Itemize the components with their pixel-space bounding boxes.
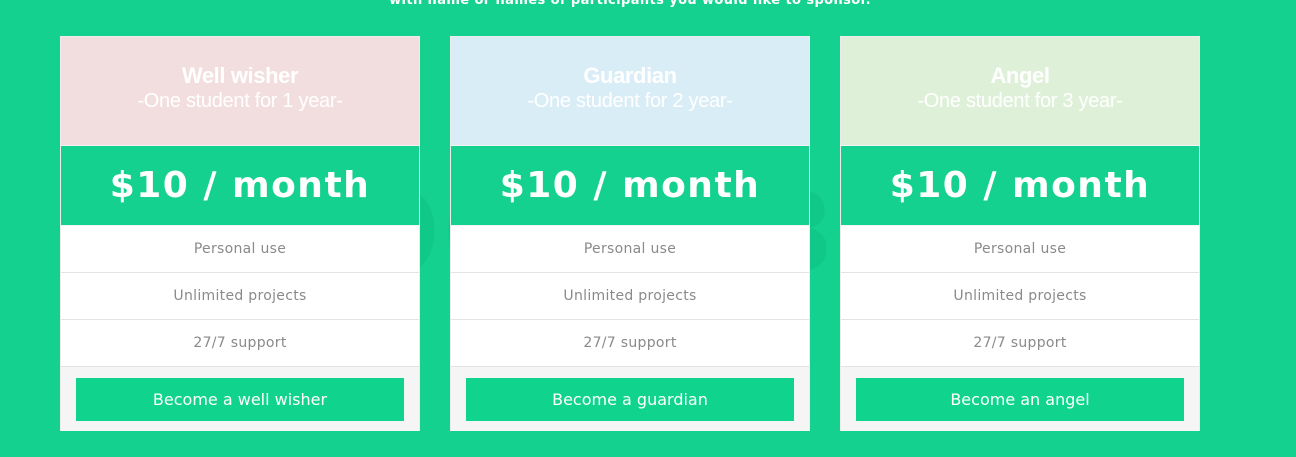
plan-price: $10 / month xyxy=(451,145,809,226)
plan-title: Well wisher xyxy=(181,63,299,88)
feature-item: Personal use xyxy=(61,226,419,273)
plan-price: $10 / month xyxy=(61,145,419,226)
plan-title: Guardian xyxy=(583,63,677,88)
feature-item: Unlimited projects xyxy=(451,273,809,320)
feature-item: Unlimited projects xyxy=(841,273,1199,320)
feature-item: 27/7 support xyxy=(841,320,1199,367)
feature-item: Personal use xyxy=(841,226,1199,273)
become-well-wisher-button[interactable]: Become a well wisher xyxy=(76,377,404,421)
become-guardian-button[interactable]: Become a guardian xyxy=(466,377,794,421)
plan-card-well-wisher: Well wisher -One student for 1 year- $10… xyxy=(60,36,420,431)
plan-header: Guardian -One student for 2 year- xyxy=(451,37,809,145)
plan-features: Personal use Unlimited projects 27/7 sup… xyxy=(451,226,809,367)
plan-footer: Become an angel xyxy=(841,367,1199,431)
plan-header: Well wisher -One student for 1 year- xyxy=(61,37,419,145)
become-angel-button[interactable]: Become an angel xyxy=(856,377,1184,421)
plan-footer: Become a well wisher xyxy=(61,367,419,431)
plan-title: Angel xyxy=(990,63,1050,88)
plan-footer: Become a guardian xyxy=(451,367,809,431)
plan-card-guardian: Guardian -One student for 2 year- $10 / … xyxy=(450,36,810,431)
plan-header: Angel -One student for 3 year- xyxy=(841,37,1199,145)
plan-features: Personal use Unlimited projects 27/7 sup… xyxy=(61,226,419,367)
feature-item: 27/7 support xyxy=(451,320,809,367)
feature-item: Unlimited projects xyxy=(61,273,419,320)
plan-card-angel: Angel -One student for 3 year- $10 / mon… xyxy=(840,36,1200,431)
feature-item: Personal use xyxy=(451,226,809,273)
intro-text: with name or names of participants you w… xyxy=(389,0,871,8)
pricing-section: with name or names of participants you w… xyxy=(0,0,1296,457)
plan-price: $10 / month xyxy=(841,145,1199,226)
plan-features: Personal use Unlimited projects 27/7 sup… xyxy=(841,226,1199,367)
plan-subtitle: -One student for 3 year- xyxy=(917,90,1123,112)
plan-subtitle: -One student for 1 year- xyxy=(137,90,343,112)
pricing-cards: Well wisher -One student for 1 year- $10… xyxy=(60,36,1210,431)
plan-subtitle: -One student for 2 year- xyxy=(527,90,733,112)
feature-item: 27/7 support xyxy=(61,320,419,367)
